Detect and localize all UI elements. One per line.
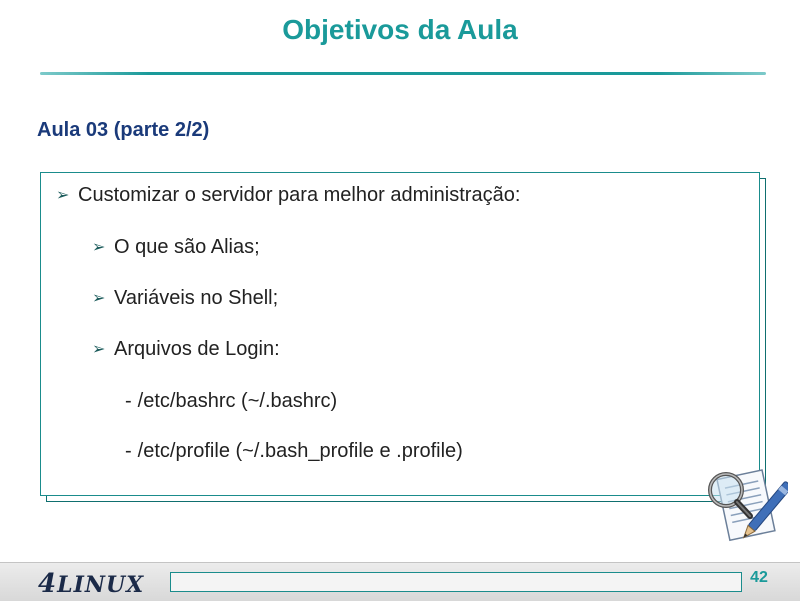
sub-bullet-text: O que são Alias;	[114, 236, 260, 258]
page-number: 42	[750, 569, 768, 586]
sub-bullet-text: Variáveis no Shell;	[114, 287, 279, 309]
bullet-main: ➢ Customizar o servidor para melhor admin…	[56, 184, 520, 207]
sub-bullet-variables: ➢ Variáveis no Shell;	[92, 287, 278, 310]
login-file-text: /etc/profile (~/.bash_profile e .profile…	[137, 440, 463, 462]
bullet-arrow-icon: ➢	[92, 239, 106, 256]
bullet-arrow-icon: ➢	[92, 290, 106, 307]
magnifier-document-icon	[708, 469, 788, 542]
sub-bullet-login-files: ➢ Arquivos de Login:	[92, 338, 280, 361]
sub-bullet-text: Arquivos de Login:	[114, 338, 280, 360]
bullet-arrow-icon: ➢	[92, 341, 106, 358]
4linux-logo: 4LINUX	[38, 569, 144, 599]
dash-marker: -	[125, 440, 132, 462]
slide-subtitle: Aula 03 (parte 2/2)	[37, 119, 210, 141]
login-file-profile: -/etc/profile (~/.bash_profile e .profil…	[125, 440, 463, 463]
login-file-bashrc: -/etc/bashrc (~/.bashrc)	[125, 390, 337, 413]
logo-number: 4	[38, 569, 58, 599]
bullet-arrow-icon: ➢	[56, 187, 70, 204]
footer-bar	[170, 572, 742, 592]
login-file-text: /etc/bashrc (~/.bashrc)	[137, 390, 338, 412]
logo-text: LINUX	[57, 572, 145, 598]
bullet-main-text: Customizar o servidor para melhor admini…	[78, 184, 521, 206]
dash-marker: -	[125, 390, 132, 412]
title-divider	[40, 72, 766, 75]
slide-title: Objetivos da Aula	[282, 14, 518, 45]
sub-bullet-alias: ➢ O que são Alias;	[92, 236, 260, 259]
